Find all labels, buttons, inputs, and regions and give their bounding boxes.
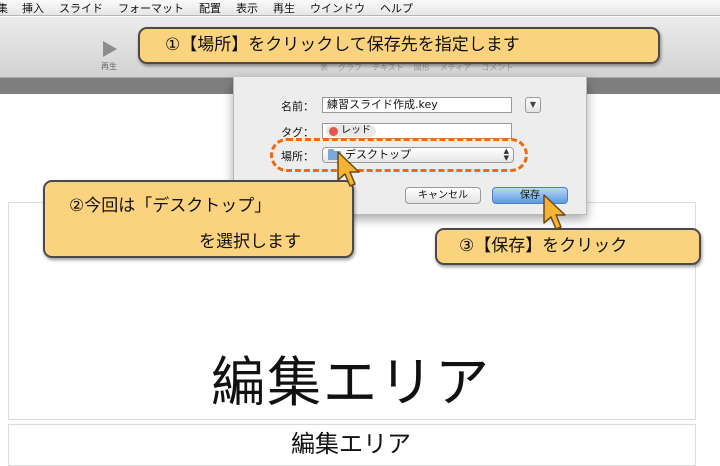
callout-step2-line1: ②今回は「デスクトップ」 [69, 196, 272, 216]
name-field[interactable]: 練習スライド作成.key [322, 97, 512, 113]
slide-main-text[interactable]: 編集エリア [8, 338, 694, 417]
menu-view[interactable]: 表示 [236, 0, 258, 16]
tag-token[interactable]: レッド [326, 125, 376, 137]
callout-step2-line2: を選択します [199, 232, 301, 252]
tag-token-label: レッド [341, 125, 371, 136]
menu-edit[interactable]: 集 [0, 0, 8, 16]
tag-field[interactable]: レッド [322, 123, 512, 139]
slide-thumb-text: 編集エリア [291, 430, 411, 458]
callout-step1-text: ①【場所】をクリックして保存先を指定します [165, 35, 520, 55]
pointer-cursor-icon [337, 151, 360, 187]
menu-format[interactable]: フォーマット [118, 0, 184, 16]
callout-step2: ②今回は「デスクトップ」 を選択します [43, 180, 354, 258]
menu-help[interactable]: ヘルプ [380, 0, 413, 16]
name-label: 名前： [281, 100, 314, 113]
red-tag-icon [329, 126, 338, 136]
chevron-down-icon: ▼ [529, 100, 537, 109]
menu-slide[interactable]: スライド [59, 0, 103, 16]
callout-step1: ①【場所】をクリックして保存先を指定します [138, 27, 660, 64]
callout-step3-text: ③【保存】をクリック [459, 236, 628, 256]
menu-insert[interactable]: 挿入 [22, 0, 44, 16]
location-highlight [270, 138, 528, 172]
pointer-cursor-icon [543, 194, 566, 230]
cancel-button[interactable]: キャンセル [405, 187, 481, 204]
callout-step3: ③【保存】をクリック [435, 228, 701, 265]
menu-bar: 集 挿入 スライド フォーマット 配置 表示 再生 ウインドウ ヘルプ [0, 0, 720, 16]
expand-dialog-button[interactable]: ▼ [525, 97, 541, 113]
play-icon[interactable] [103, 41, 117, 57]
menu-play[interactable]: 再生 [273, 0, 295, 16]
menu-window[interactable]: ウインドウ [310, 0, 365, 16]
play-label: 再生 [101, 62, 117, 71]
menu-arrange[interactable]: 配置 [199, 0, 221, 16]
